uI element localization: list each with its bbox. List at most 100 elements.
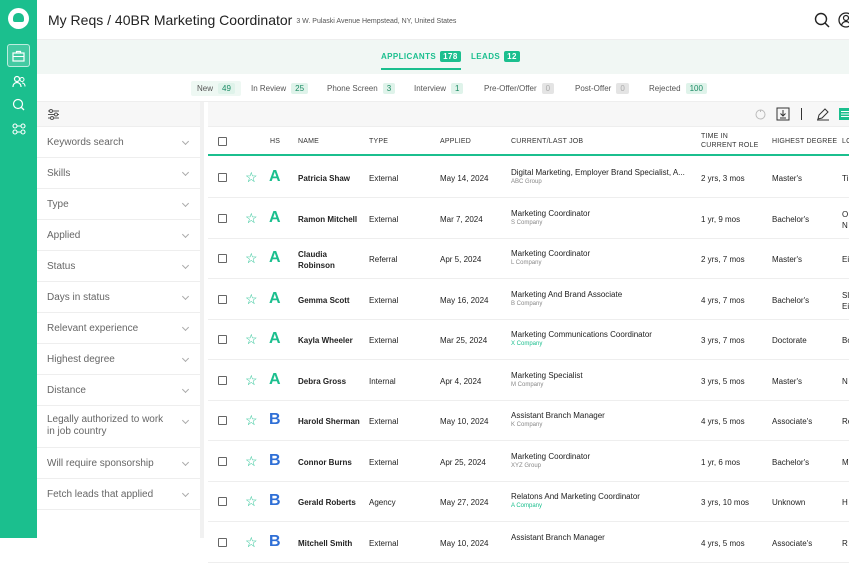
filter-row[interactable]: Type <box>37 189 200 220</box>
candidate-name[interactable]: Kayla Wheeler <box>298 336 353 345</box>
filter-settings-icon[interactable] <box>47 108 60 126</box>
row-checkbox[interactable] <box>218 457 227 466</box>
edit-columns-icon[interactable] <box>816 107 830 126</box>
status-tab[interactable]: Pre-Offer/Offer0 <box>484 83 554 94</box>
job-company: M Company <box>511 382 691 388</box>
filter-row[interactable]: Relevant experience <box>37 313 200 344</box>
tab-leads[interactable]: LEADS12 <box>471 51 520 62</box>
row-checkbox[interactable] <box>218 376 227 385</box>
star-icon[interactable]: ☆ <box>245 170 258 184</box>
tab-applicants-count: 178 <box>440 51 461 62</box>
col-time-in-role[interactable]: TIME IN CURRENT ROLE <box>701 132 763 150</box>
star-icon[interactable]: ☆ <box>245 494 258 508</box>
table-row[interactable]: ☆BHarold ShermanExternalMay 10, 2024Assi… <box>208 401 849 441</box>
highest-degree: Bachelor's <box>772 215 809 224</box>
col-highest-degree[interactable]: HIGHEST DEGREE <box>772 137 837 146</box>
filter-label: Relevant experience <box>47 323 172 335</box>
app-logo[interactable] <box>8 8 29 29</box>
status-tab-label: Rejected <box>649 84 681 93</box>
filter-row[interactable]: Distance <box>37 375 200 406</box>
status-tab-label: Pre-Offer/Offer <box>484 84 537 93</box>
refresh-icon[interactable] <box>754 108 767 126</box>
table-row[interactable]: ☆AClaudia RobinsonReferralApr 5, 2024Mar… <box>208 239 849 279</box>
filter-row[interactable]: Legally authorized to work in job countr… <box>37 406 200 448</box>
row-checkbox[interactable] <box>218 538 227 547</box>
candidate-name[interactable]: Claudia Robinson <box>298 249 360 271</box>
status-tabs: New49 In Review25 Phone Screen3 Interview1 P… <box>37 74 849 102</box>
row-checkbox[interactable] <box>218 173 227 182</box>
candidate-name[interactable]: Gemma Scott <box>298 296 350 305</box>
row-checkbox[interactable] <box>218 335 227 344</box>
table-row[interactable]: ☆BGerald RobertsAgencyMay 27, 2024Relato… <box>208 482 849 522</box>
candidate-name[interactable]: Gerald Roberts <box>298 498 356 507</box>
col-location[interactable]: LC <box>842 137 849 146</box>
filter-row[interactable]: Applied <box>37 220 200 251</box>
status-tab[interactable]: In Review25 <box>251 83 308 94</box>
user-account-icon[interactable] <box>836 10 849 30</box>
reqs-nav-icon[interactable] <box>7 44 30 67</box>
star-icon[interactable]: ☆ <box>245 292 258 306</box>
star-icon[interactable]: ☆ <box>245 454 258 468</box>
status-tab-label: Interview <box>414 84 446 93</box>
col-hs[interactable]: HS <box>270 137 280 146</box>
row-checkbox[interactable] <box>218 497 227 506</box>
candidate-name[interactable]: Patricia Shaw <box>298 174 350 183</box>
candidate-name[interactable]: Mitchell Smith <box>298 539 352 548</box>
tab-applicants[interactable]: APPLICANTS178 <box>381 51 461 70</box>
col-applied[interactable]: APPLIED <box>440 137 471 146</box>
table-row[interactable]: ☆APatricia ShawExternalMay 14, 2024Digit… <box>208 158 849 198</box>
row-checkbox[interactable] <box>218 214 227 223</box>
status-tab-label: Phone Screen <box>327 84 378 93</box>
candidate-name[interactable]: Connor Burns <box>298 458 352 467</box>
workflow-nav-icon[interactable] <box>9 119 28 138</box>
list-view-icon[interactable] <box>838 107 849 126</box>
star-icon[interactable]: ☆ <box>245 332 258 346</box>
chevron-down-icon <box>182 459 189 466</box>
status-tab[interactable]: New49 <box>191 81 241 96</box>
star-icon[interactable]: ☆ <box>245 535 258 549</box>
filter-row[interactable]: Days in status <box>37 282 200 313</box>
search-icon[interactable] <box>812 10 832 30</box>
table-row[interactable]: ☆BConnor BurnsExternalApr 25, 2024Market… <box>208 442 849 482</box>
download-icon[interactable] <box>776 107 790 126</box>
people-nav-icon[interactable] <box>9 72 28 91</box>
star-icon[interactable]: ☆ <box>245 251 258 265</box>
candidate-type: Agency <box>369 498 396 507</box>
status-tab[interactable]: Phone Screen3 <box>327 83 395 94</box>
table-row[interactable]: ☆BMitchell SmithExternalMay 10, 2024Assi… <box>208 523 849 563</box>
table-row[interactable]: ☆AGemma ScottExternalMay 16, 2024Marketi… <box>208 280 849 320</box>
star-icon[interactable]: ☆ <box>245 413 258 427</box>
star-icon[interactable]: ☆ <box>245 373 258 387</box>
candidate-name[interactable]: Debra Gross <box>298 377 346 386</box>
location: N <box>842 377 848 386</box>
filter-row[interactable]: Highest degree <box>37 344 200 375</box>
status-tab[interactable]: Post-Offer0 <box>575 83 629 94</box>
select-all-checkbox[interactable] <box>218 137 227 146</box>
filter-row[interactable]: Status <box>37 251 200 282</box>
candidate-name[interactable]: Ramon Mitchell <box>298 215 357 224</box>
filter-row[interactable]: Keywords search <box>37 127 200 158</box>
table-row[interactable]: ☆AKayla WheelerExternalMar 25, 2024Marke… <box>208 320 849 360</box>
filter-row[interactable]: Will require sponsorship <box>37 448 200 479</box>
filter-row[interactable]: Fetch leads that applied <box>37 479 200 510</box>
col-current-job[interactable]: CURRENT/LAST JOB <box>511 137 583 146</box>
star-icon[interactable]: ☆ <box>245 211 258 225</box>
row-checkbox[interactable] <box>218 254 227 263</box>
job-company[interactable]: X Company <box>511 341 691 347</box>
table-row[interactable]: ☆ADebra GrossInternalApr 4, 2024Marketin… <box>208 361 849 401</box>
row-checkbox[interactable] <box>218 416 227 425</box>
col-type[interactable]: TYPE <box>369 137 388 146</box>
col-name[interactable]: NAME <box>298 137 319 146</box>
table-row[interactable]: ☆ARamon MitchellExternalMar 7, 2024Marke… <box>208 199 849 239</box>
status-tab-label: Post-Offer <box>575 84 611 93</box>
app-rail <box>0 0 37 538</box>
status-tab[interactable]: Interview1 <box>414 83 463 94</box>
row-checkbox[interactable] <box>218 295 227 304</box>
search-candidates-icon[interactable] <box>9 95 28 114</box>
candidate-name[interactable]: Harold Sherman <box>298 417 360 426</box>
highest-degree: Bachelor's <box>772 458 809 467</box>
job-company[interactable]: A Company <box>511 503 691 509</box>
filter-label: Distance <box>47 385 172 397</box>
filter-row[interactable]: Skills <box>37 158 200 189</box>
status-tab[interactable]: Rejected100 <box>649 83 707 94</box>
